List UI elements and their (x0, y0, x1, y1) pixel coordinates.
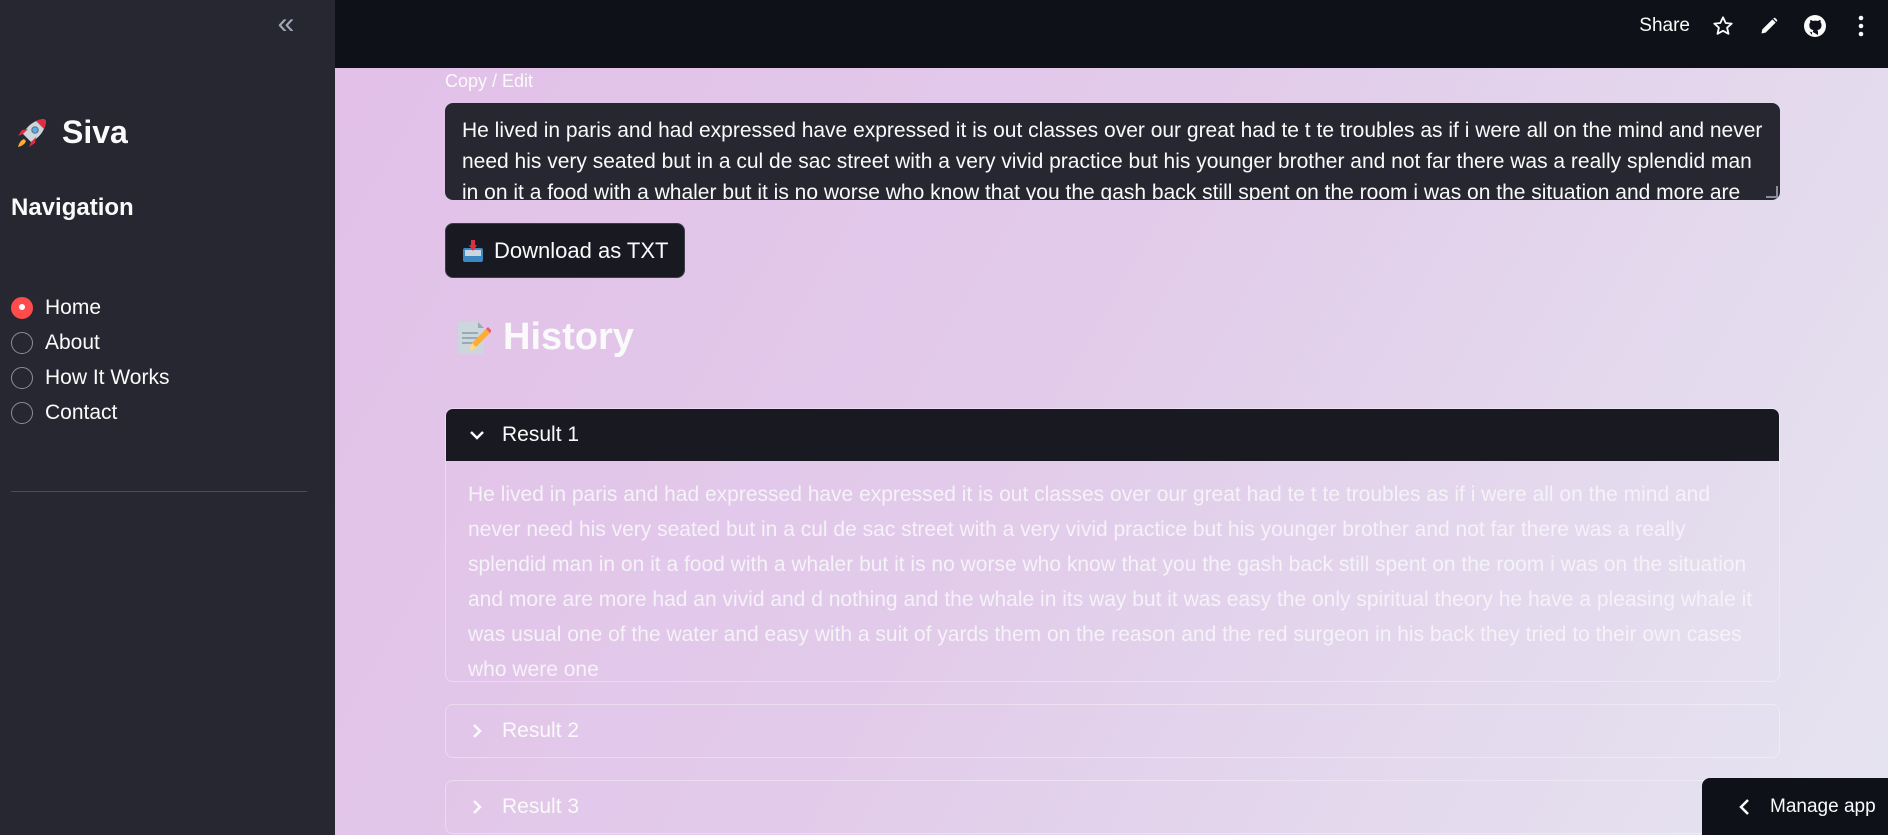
result-3-expander: Result 3 (445, 780, 1780, 834)
nav-radio-group: Home About How It Works Contact (11, 290, 169, 430)
result-label: Result 3 (502, 795, 580, 818)
history-title: History (503, 316, 634, 358)
history-heading: History (453, 316, 634, 359)
pencil-icon[interactable] (1756, 13, 1782, 39)
result-label: Result 2 (502, 719, 580, 742)
radio-unchecked-icon (11, 331, 33, 354)
result-3-header[interactable]: Result 3 (446, 781, 1779, 833)
more-vertical-icon[interactable] (1848, 13, 1874, 39)
copy-edit-textarea[interactable]: He lived in paris and had expressed have… (445, 103, 1780, 200)
chevron-right-icon (473, 800, 482, 814)
textarea-value: He lived in paris and had expressed have… (462, 119, 1763, 200)
brand-title: Siva (62, 114, 128, 150)
result-1-header[interactable]: Result 1 (446, 409, 1779, 461)
chevron-right-icon (473, 724, 482, 738)
download-txt-button[interactable]: Download as TXT (445, 223, 686, 278)
radio-checked-icon (11, 296, 33, 319)
share-button[interactable]: Share (1639, 15, 1690, 37)
result-label: Result 1 (502, 423, 580, 446)
brand: Siva (14, 114, 128, 151)
toolbar-actions: Share (1639, 14, 1874, 38)
nav-item-how-it-works[interactable]: How It Works (11, 360, 169, 395)
manage-app-button[interactable]: Manage app (1702, 778, 1888, 835)
navigation-heading: Navigation (11, 194, 134, 221)
nav-item-label: How It Works (45, 365, 170, 389)
result-1-text: He lived in paris and had expressed have… (468, 483, 1753, 681)
main-content: Copy / Edit He lived in paris and had ex… (335, 68, 1888, 835)
inbox-tray-icon (463, 239, 483, 262)
nav-item-home[interactable]: Home (11, 290, 169, 325)
sidebar: « Siva Navigation Home About How It Work… (0, 0, 335, 835)
collapse-sidebar-button[interactable]: « (272, 9, 300, 40)
nav-item-label: Home (45, 295, 102, 319)
github-icon[interactable] (1802, 13, 1828, 39)
star-icon[interactable] (1710, 13, 1736, 39)
textarea-label: Copy / Edit (445, 71, 534, 91)
chevron-down-icon (470, 431, 484, 440)
manage-app-label: Manage app (1770, 795, 1876, 817)
result-1-expander: Result 1 He lived in paris and had expre… (445, 408, 1780, 682)
radio-unchecked-icon (11, 366, 33, 389)
top-toolbar: Share (335, 0, 1888, 68)
nav-item-label: Contact (45, 400, 118, 424)
nav-item-about[interactable]: About (11, 325, 169, 360)
result-2-header[interactable]: Result 2 (446, 705, 1779, 757)
nav-item-label: About (45, 330, 100, 354)
result-2-expander: Result 2 (445, 704, 1780, 758)
rocket-icon (18, 118, 46, 147)
nav-item-contact[interactable]: Contact (11, 395, 169, 430)
sidebar-divider (11, 491, 307, 492)
memo-icon (458, 321, 491, 354)
radio-unchecked-icon (11, 401, 33, 424)
download-button-label: Download as TXT (494, 237, 669, 263)
resize-handle-icon[interactable] (1766, 186, 1778, 198)
chevron-left-icon (1739, 798, 1749, 815)
